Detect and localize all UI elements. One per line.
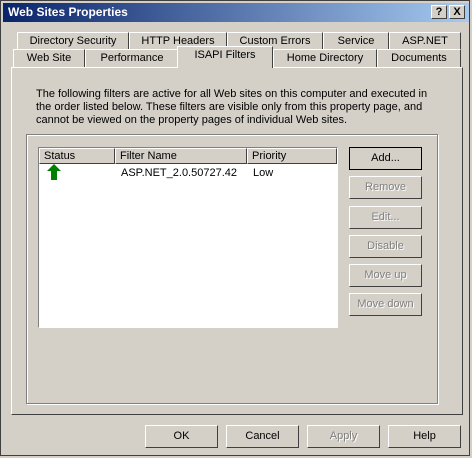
- edit-button[interactable]: Edit...: [349, 206, 422, 229]
- disable-button[interactable]: Disable: [349, 235, 422, 258]
- tab-performance[interactable]: Performance: [85, 49, 179, 68]
- window-title: Web Sites Properties: [8, 5, 128, 19]
- close-title-button[interactable]: X: [449, 5, 465, 19]
- column-header-priority[interactable]: Priority: [247, 148, 337, 164]
- tab-documents[interactable]: Documents: [377, 49, 461, 68]
- remove-button[interactable]: Remove: [349, 176, 422, 199]
- move-down-button[interactable]: Move down: [349, 293, 422, 316]
- green-up-arrow-icon: [47, 164, 61, 183]
- tab-isapi-filters[interactable]: ISAPI Filters: [177, 46, 273, 68]
- tab-home-directory[interactable]: Home Directory: [273, 49, 377, 68]
- tab-web-site[interactable]: Web Site: [13, 49, 85, 68]
- table-row[interactable]: ASP.NET_2.0.50727.42 Low: [39, 164, 337, 183]
- priority-cell: Low: [253, 167, 274, 179]
- ok-button[interactable]: OK: [145, 425, 218, 448]
- filters-list[interactable]: Status Filter Name Priority ASP.NET_2.0.…: [38, 147, 338, 328]
- help-button[interactable]: Help: [388, 425, 461, 448]
- column-header-filter-name[interactable]: Filter Name: [115, 148, 247, 164]
- cancel-button[interactable]: Cancel: [226, 425, 299, 448]
- column-header-status[interactable]: Status: [39, 148, 115, 164]
- add-button[interactable]: Add...: [349, 147, 422, 170]
- filters-description: The following filters are active for all…: [36, 88, 428, 126]
- move-up-button[interactable]: Move up: [349, 264, 422, 287]
- title-bar: Web Sites Properties ? X: [3, 3, 469, 22]
- filter-name-cell: ASP.NET_2.0.50727.42: [121, 167, 237, 179]
- apply-button[interactable]: Apply: [307, 425, 380, 448]
- help-title-button[interactable]: ?: [431, 5, 447, 19]
